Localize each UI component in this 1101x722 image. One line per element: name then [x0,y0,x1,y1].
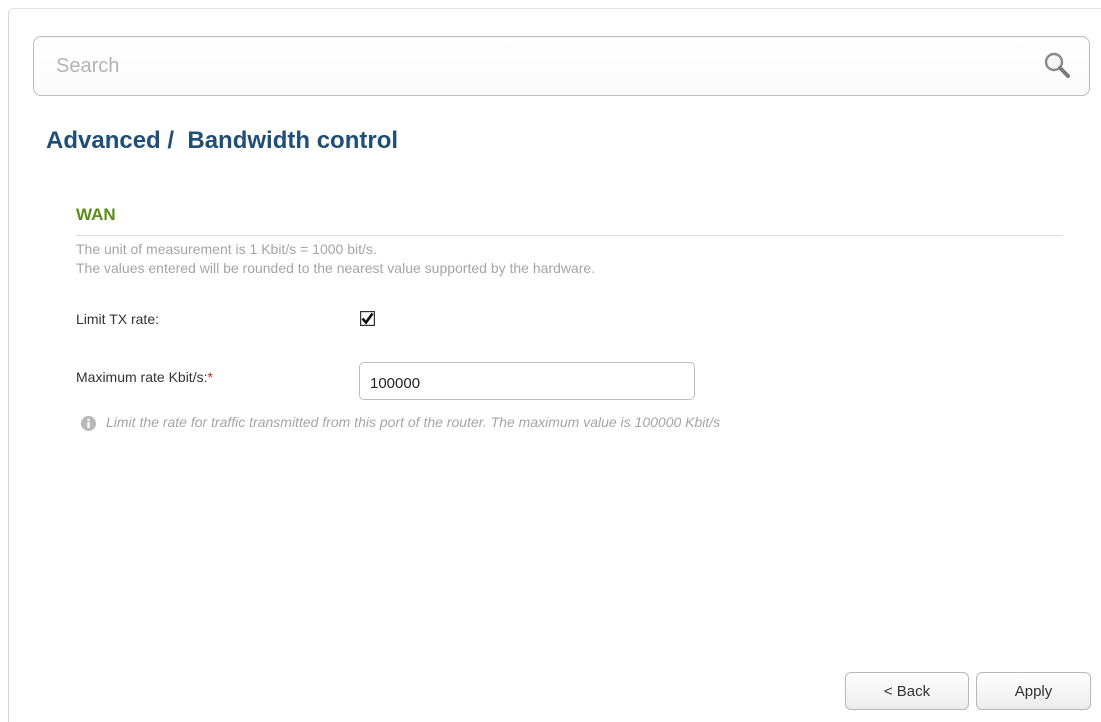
required-marker: * [207,369,213,385]
section-divider [76,235,1063,236]
section-title-wan: WAN [76,205,116,224]
search-box [33,36,1090,96]
page-title: Advanced / Bandwidth control [46,127,399,154]
search-input[interactable] [35,38,1025,94]
limit-tx-checkbox[interactable] [360,311,375,326]
info-icon [81,416,96,431]
max-rate-hint: Limit the rate for traffic transmitted f… [106,414,721,430]
back-button[interactable]: < Back [845,672,969,710]
max-rate-input[interactable] [359,362,695,400]
unit-note: The unit of measurement is 1 Kbit/s = 10… [76,241,377,257]
max-rate-label-text: Maximum rate Kbit/s: [76,369,208,385]
limit-tx-label: Limit TX rate: [76,311,159,327]
max-rate-label: Maximum rate Kbit/s:* [76,369,213,385]
rounding-note: The values entered will be rounded to th… [76,260,596,276]
apply-button[interactable]: Apply [976,672,1091,710]
search-icon[interactable] [1041,49,1075,83]
